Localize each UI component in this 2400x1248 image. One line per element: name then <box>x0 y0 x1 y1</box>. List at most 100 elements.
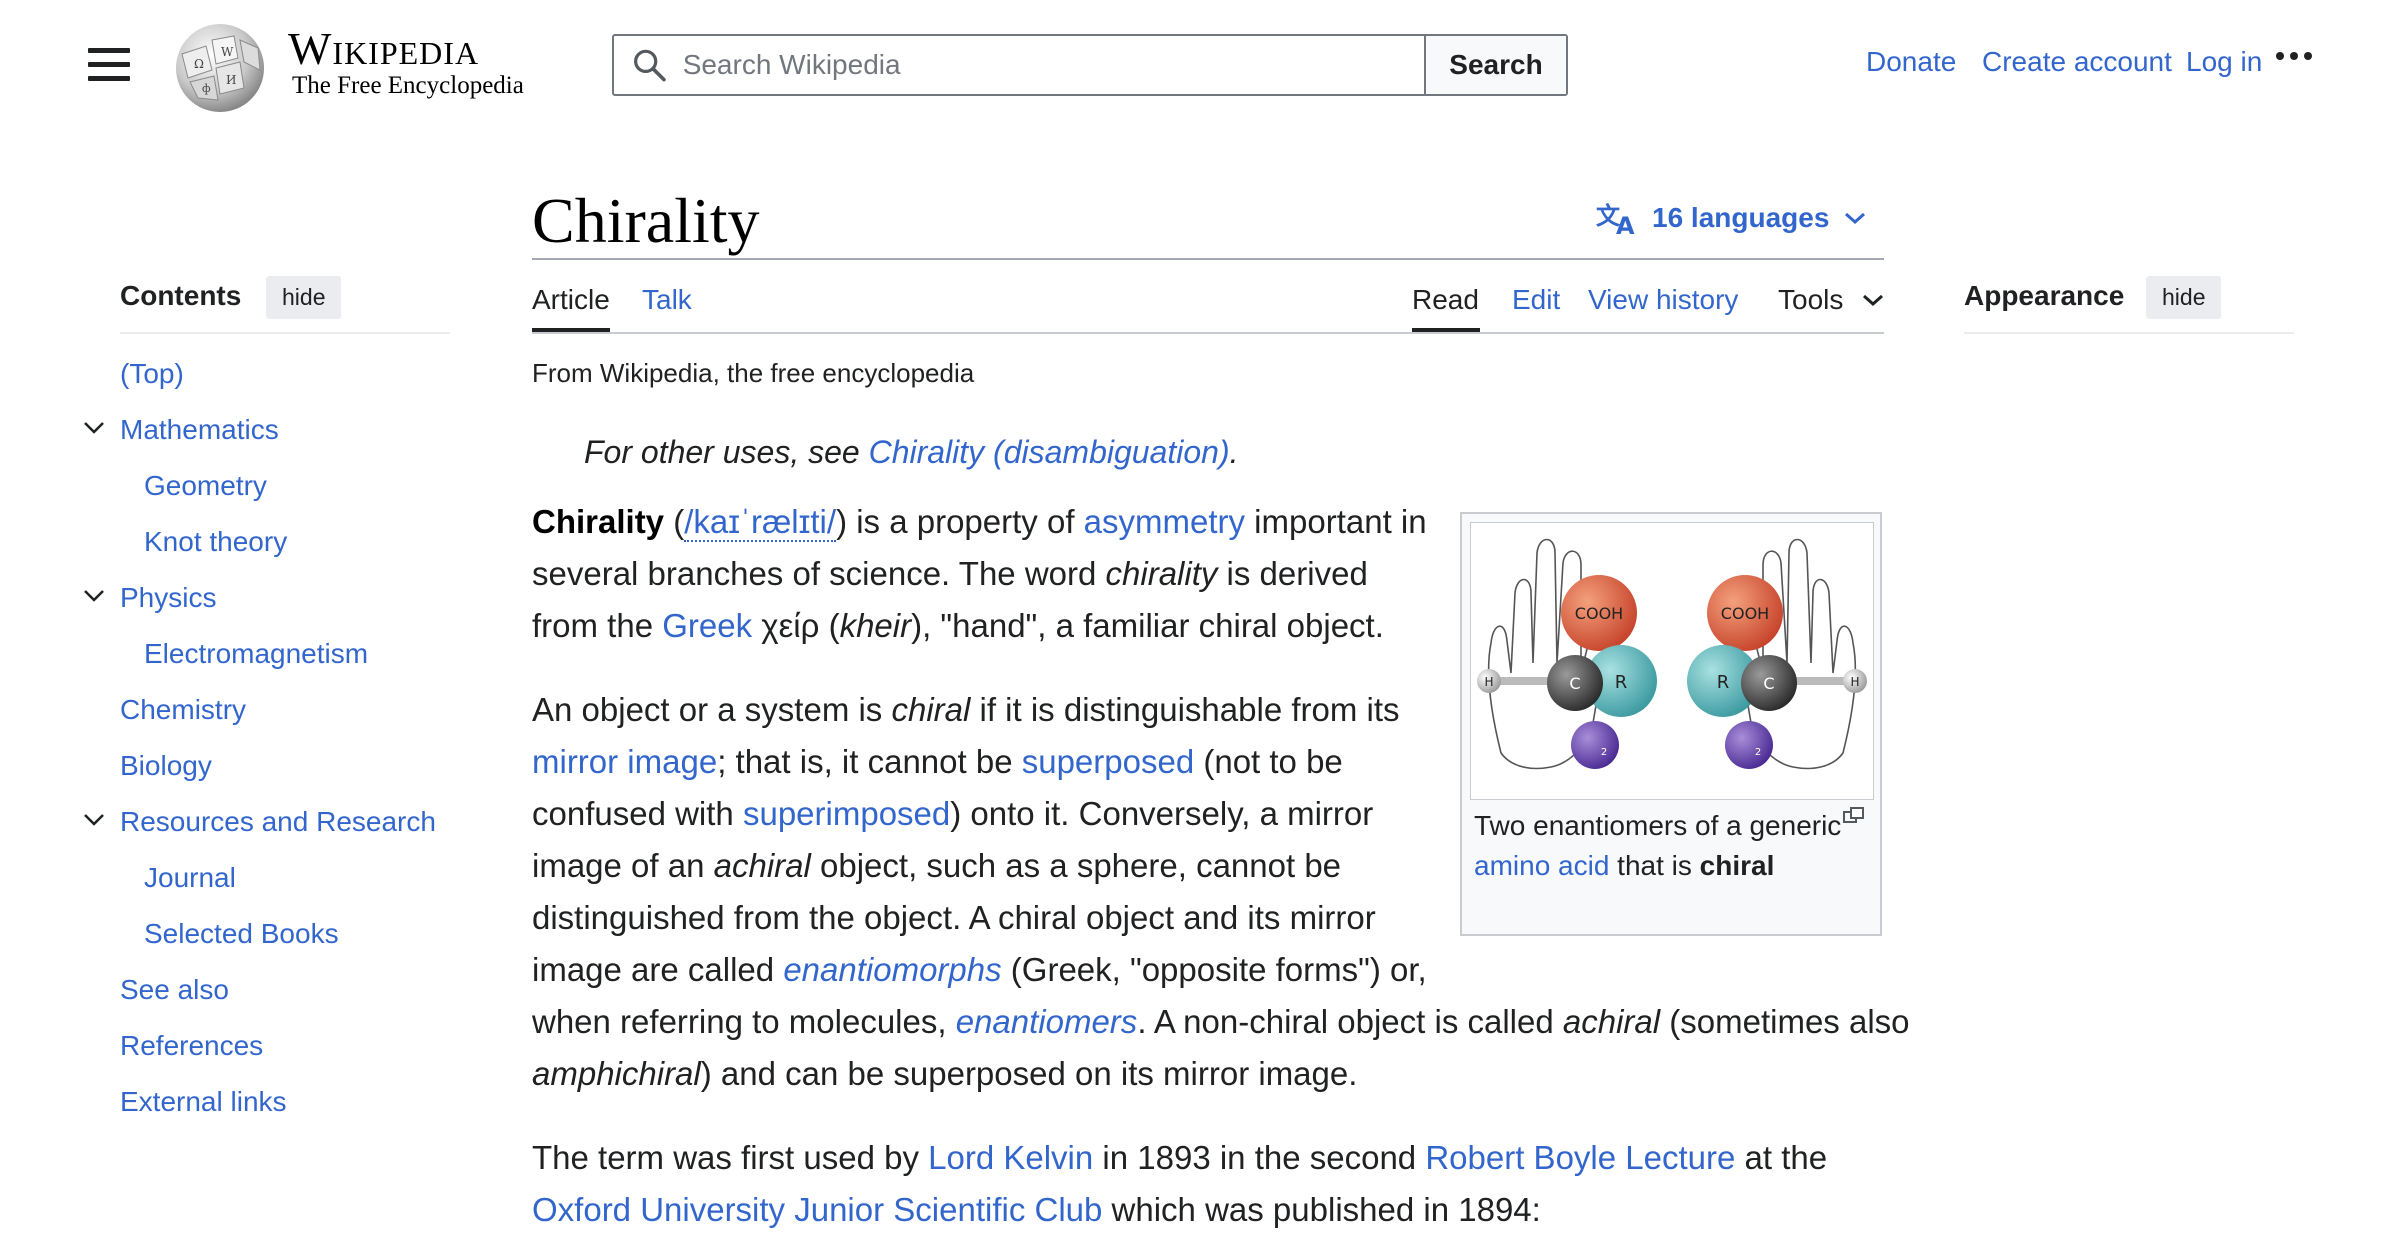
wikipedia-globe-logo[interactable]: Ω W И ф <box>168 18 272 114</box>
paragraph-2-line-7: when referring to molecules, enantiomers… <box>532 996 1910 1048</box>
search-button[interactable]: Search <box>1424 36 1566 94</box>
italic-term: chiral <box>891 691 971 728</box>
toc-item-references[interactable]: References <box>120 1030 263 1062</box>
text: in 1893 in the second <box>1093 1139 1426 1176</box>
tab-read[interactable]: Read <box>1412 284 1479 316</box>
enantiomers-image[interactable]: H COOH R C 2 H COOH R C 2 <box>1470 522 1874 800</box>
r-label: R <box>1717 672 1730 693</box>
search-input[interactable] <box>680 48 1424 82</box>
h-label: H <box>1850 675 1859 689</box>
term-bold: Chirality <box>532 503 665 540</box>
tools-menu[interactable]: Tools <box>1778 284 1885 316</box>
search-field-wrapper <box>614 36 1424 94</box>
tab-talk[interactable]: Talk <box>642 284 692 316</box>
text: (not to be <box>1194 743 1343 780</box>
text: An object or a system is <box>532 691 892 728</box>
text: image are called <box>532 951 784 988</box>
tools-label: Tools <box>1778 284 1844 315</box>
mirror-image-link[interactable]: mirror image <box>532 743 717 780</box>
toc-item-electromagnetism[interactable]: Electromagnetism <box>144 638 368 670</box>
site-subtitle: From Wikipedia, the free encyclopedia <box>532 358 975 388</box>
cooh-label: COOH <box>1721 604 1769 623</box>
create-account-link[interactable]: Create account <box>1982 46 2172 78</box>
appearance-heading: Appearance <box>1964 280 2125 311</box>
text: image of an <box>532 847 714 884</box>
disambiguation-link[interactable]: Chirality (disambiguation) <box>869 434 1230 470</box>
text: ), "hand", a familiar chiral object. <box>911 607 1384 644</box>
text: which was published in 1894: <box>1102 1191 1541 1228</box>
paragraph-2-line-5: distinguished from the object. A chiral … <box>532 899 1376 936</box>
tab-view-history[interactable]: View history <box>1588 284 1738 316</box>
text: at the <box>1735 1139 1828 1176</box>
tabs-divider <box>532 332 1884 334</box>
tab-article[interactable]: Article <box>532 284 610 316</box>
title-divider <box>532 258 1884 260</box>
text: from the <box>532 607 663 644</box>
chevron-down-icon <box>1863 294 1884 307</box>
text: important in <box>1245 503 1427 540</box>
italic-term: achiral <box>713 847 811 884</box>
toc-item-resources-and-research[interactable]: Resources and Research <box>120 806 436 838</box>
main-menu-button[interactable] <box>88 48 130 84</box>
toc-item-journal[interactable]: Journal <box>144 862 236 894</box>
toc-item-mathematics[interactable]: Mathematics <box>120 414 279 446</box>
toc-item-knot-theory[interactable]: Knot theory <box>144 526 287 558</box>
chevron-down-icon[interactable] <box>82 812 106 828</box>
toc-item-geometry[interactable]: Geometry <box>144 470 267 502</box>
tab-edit[interactable]: Edit <box>1512 284 1560 316</box>
svg-text:A: A <box>1616 212 1635 236</box>
paragraph-2-line-4: image of an achiral object, such as a sp… <box>532 840 1341 892</box>
chevron-down-icon[interactable] <box>82 420 106 436</box>
paragraph-1-line-3: from the Greek χείρ (kheir), "hand", a f… <box>532 600 1384 652</box>
more-options-icon[interactable] <box>2276 52 2312 60</box>
asymmetry-link[interactable]: asymmetry <box>1084 503 1245 540</box>
paragraph-1-line-2: several branches of science. The word ch… <box>532 548 1368 600</box>
nh-subscript: 2 <box>1755 747 1761 758</box>
toc-item-external-links[interactable]: External links <box>120 1086 287 1118</box>
italic-term: achiral <box>1562 1003 1661 1040</box>
page-title: Chirality <box>532 185 760 256</box>
superimposed-link[interactable]: superimposed <box>743 795 950 832</box>
paragraph-2-line-6: image are called enantiomorphs (Greek, "… <box>532 944 1427 996</box>
superposed-link[interactable]: superposed <box>1022 743 1194 780</box>
h-label: H <box>1484 675 1493 689</box>
toc-item-see-also[interactable]: See also <box>120 974 229 1006</box>
svg-text:W: W <box>221 45 234 59</box>
svg-text:ф: ф <box>202 82 211 95</box>
caption-text: that is <box>1609 850 1700 881</box>
oxford-club-link[interactable]: Oxford University Junior Scientific Club <box>532 1191 1102 1228</box>
ipa-pronunciation-link[interactable]: /kaɪˈrælɪti/ <box>684 503 837 542</box>
appearance-hide-button[interactable]: hide <box>2146 276 2222 319</box>
toc-item-chemistry[interactable]: Chemistry <box>120 694 246 726</box>
amino-acid-link[interactable]: amino acid <box>1474 850 1609 881</box>
paragraph-2-line-2: mirror image; that is, it cannot be supe… <box>532 736 1343 788</box>
wikipedia-wordmark[interactable]: Wikipedia <box>288 22 479 75</box>
thumbnail-figure: H COOH R C 2 H COOH R C 2 Two enantiomer… <box>1460 512 1882 936</box>
text: ) is a property of <box>836 503 1084 540</box>
toc-item-biology[interactable]: Biology <box>120 750 212 782</box>
toc-hide-button[interactable]: hide <box>266 276 342 319</box>
greek-link[interactable]: Greek <box>662 607 752 644</box>
text: ( <box>664 503 685 540</box>
toc-item-selected-books[interactable]: Selected Books <box>144 918 339 950</box>
text: . A non-chiral object is called <box>1137 1003 1563 1040</box>
toc-heading: Contents <box>120 280 242 311</box>
italic-term: chirality <box>1105 555 1218 592</box>
chevron-down-icon[interactable] <box>82 588 106 604</box>
hatnote-suffix: . <box>1229 434 1239 470</box>
chevron-down-icon <box>1845 212 1866 225</box>
text: (sometimes also <box>1660 1003 1910 1040</box>
enantiomorphs-link[interactable]: enantiomorphs <box>783 951 1001 988</box>
robert-boyle-lecture-link[interactable]: Robert Boyle Lecture <box>1425 1139 1735 1176</box>
donate-link[interactable]: Donate <box>1866 46 1956 78</box>
toc-item-physics[interactable]: Physics <box>120 582 216 614</box>
right-molecule: H COOH R C 2 <box>1687 575 1867 769</box>
paragraph-2-line-8: amphichiral) and can be superposed on it… <box>532 1048 1357 1100</box>
enantiomers-illustration: H COOH R C 2 H COOH R C 2 <box>1477 538 1867 770</box>
search-form: Search <box>612 34 1568 96</box>
language-selector[interactable]: 文 A 16 languages <box>1596 200 1867 236</box>
log-in-link[interactable]: Log in <box>2186 46 2262 78</box>
toc-item-top[interactable]: (Top) <box>120 358 184 390</box>
lord-kelvin-link[interactable]: Lord Kelvin <box>928 1139 1093 1176</box>
enantiomers-link[interactable]: enantiomers <box>956 1003 1138 1040</box>
